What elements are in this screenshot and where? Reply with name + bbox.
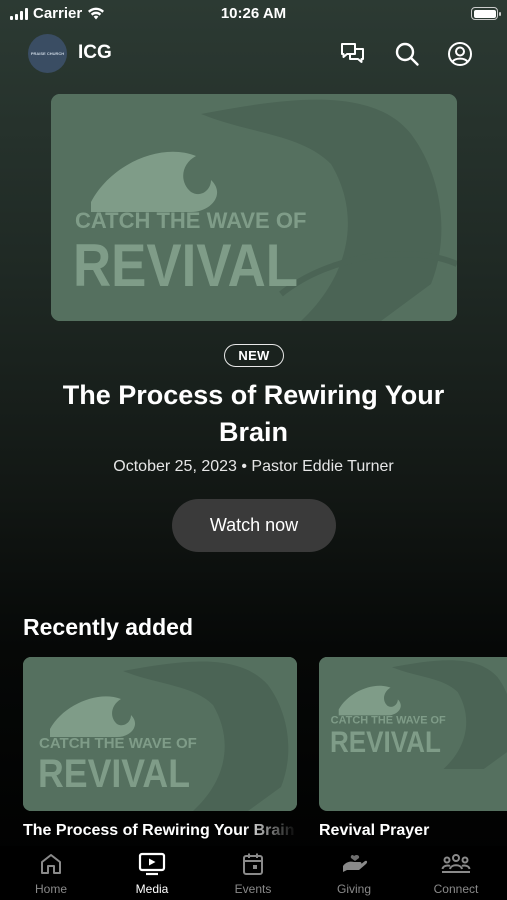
church-logo-text: PRAISE CHURCH [30,51,65,56]
media-card[interactable]: CATCH THE WAVE OF REVIVAL Revival Prayer [319,657,507,840]
featured-title: The Process of Rewiring Your Brain [62,380,445,447]
artwork-line2: REVIVAL [330,727,441,759]
recently-added-heading: Recently added [23,614,193,640]
tab-events[interactable]: Events [213,846,293,900]
tab-media-label: Media [135,882,169,896]
catch-the-wave-artwork: CATCH THE WAVE OF REVIVAL [319,657,507,770]
tab-connect[interactable]: Connect [416,846,496,900]
app-title: ICG [78,42,112,63]
featured-thumbnail[interactable]: CATCH THE WAVE OF REVIVAL [51,94,457,321]
battery-icon [471,7,501,20]
watch-now-button[interactable]: Watch now [172,499,336,552]
search-icon[interactable] [392,39,422,69]
profile-icon[interactable] [445,39,475,69]
status-bar: Carrier 10:26 AM [0,0,507,30]
media-card-title: The Process of Rewiring Your Brain [23,822,295,839]
artwork-line1: CATCH THE WAVE OF [331,714,446,726]
new-badge: NEW [224,344,284,367]
catch-the-wave-artwork: CATCH THE WAVE OF REVIVAL [51,94,457,321]
artwork-line1: CATCH THE WAVE OF [75,208,306,233]
media-card-thumbnail[interactable]: CATCH THE WAVE OF REVIVAL [319,657,507,811]
media-card[interactable]: CATCH THE WAVE OF REVIVAL The Process of… [23,657,297,840]
tab-connect-label: Connect [433,882,479,896]
catch-the-wave-artwork: CATCH THE WAVE OF REVIVAL [23,657,297,811]
media-card-title: Revival Prayer [319,822,430,839]
app-header: PRAISE CHURCH ICG [0,32,507,76]
tab-media[interactable]: Media [112,846,192,900]
tv-icon [138,852,166,876]
calendar-icon [243,853,263,875]
tab-giving[interactable]: Giving [314,846,394,900]
tab-home-label: Home [34,882,67,896]
home-icon [41,854,61,874]
tab-bar: Home Media Events Giving Connect [0,846,507,900]
tab-giving-label: Giving [336,882,371,896]
featured-meta: October 25, 2023 • Pastor Eddie Turner [113,458,394,475]
church-logo[interactable]: PRAISE CHURCH [28,34,67,73]
media-card-thumbnail[interactable]: CATCH THE WAVE OF REVIVAL [23,657,297,811]
tab-home[interactable]: Home [11,846,91,900]
tab-events-label: Events [234,882,272,896]
artwork-line2: REVIVAL [73,232,298,299]
chat-icon[interactable] [338,39,368,69]
artwork-line2: REVIVAL [38,752,190,796]
group-icon [441,854,471,873]
giving-icon [343,854,368,872]
artwork-line1: CATCH THE WAVE OF [39,735,197,752]
status-time: 10:26 AM [220,5,287,22]
